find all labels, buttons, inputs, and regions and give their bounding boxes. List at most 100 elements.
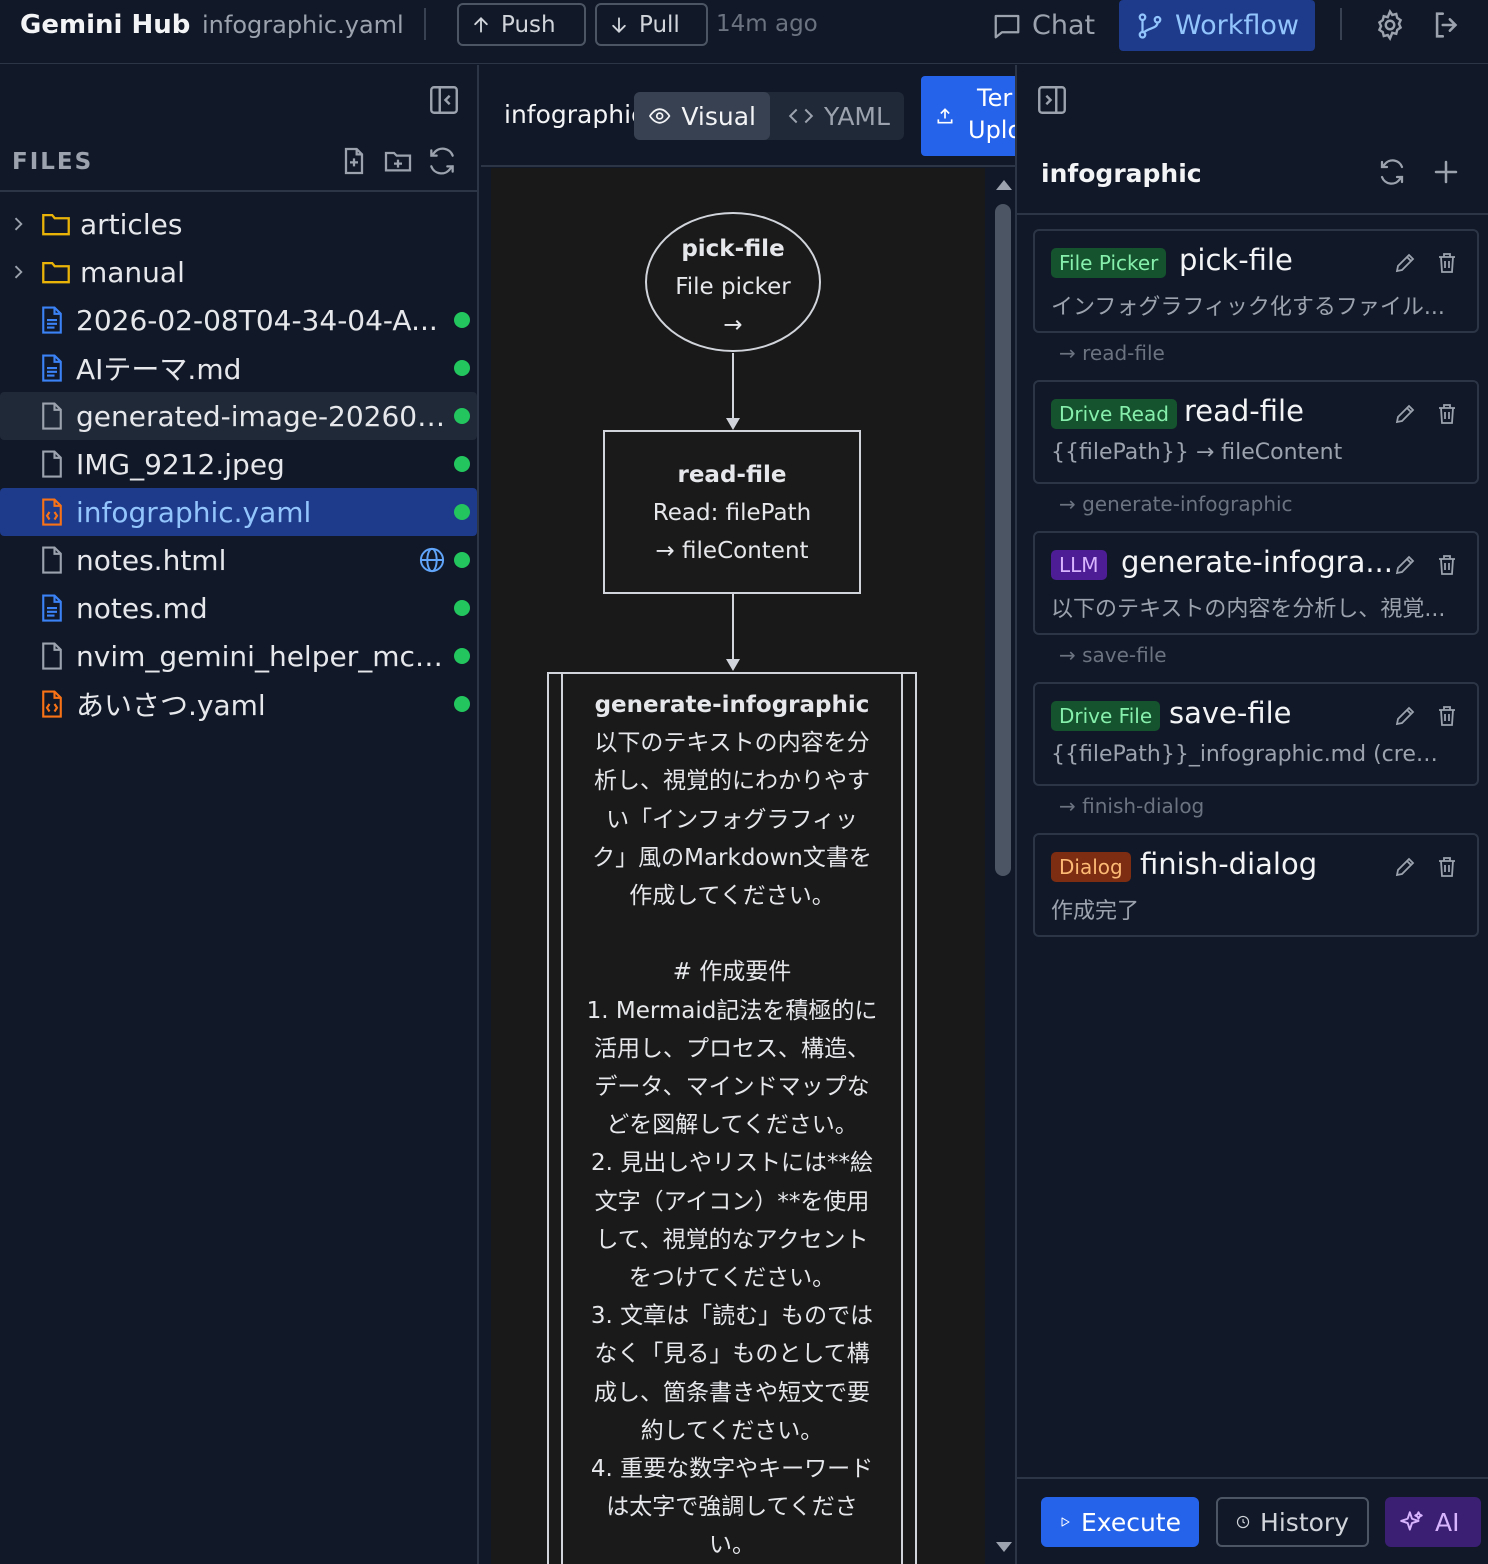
workflow-node-card[interactable]: Dialog finish-dialog 作成完了 <box>1033 833 1479 937</box>
workflow-panel: infographic File Picker pick-file インフォグラ… <box>1015 65 1488 1564</box>
scroll-down-arrow-icon[interactable] <box>996 1542 1012 1552</box>
node-line: 3. 文章は「読む」ものでは <box>590 1303 874 1330</box>
file-item[interactable]: 2026-02-08T04-34-04-A... <box>0 296 477 344</box>
new-file-icon[interactable] <box>338 145 370 177</box>
file-item[interactable]: notes.md <box>0 584 477 632</box>
gear-icon[interactable] <box>1373 8 1407 42</box>
node-name: finish-dialog <box>1140 847 1318 881</box>
node-line: 4. 重要な数字やキーワード <box>590 1456 874 1483</box>
node-type-badge: Drive File <box>1051 701 1161 731</box>
node-title: pick-file <box>681 236 785 262</box>
logout-icon[interactable] <box>1430 8 1464 42</box>
tab-yaml-label: YAML <box>824 101 890 131</box>
doc-text-icon <box>42 354 62 382</box>
workflow-node-card[interactable]: Drive File save-file {{filePath}}_infogr… <box>1033 682 1479 786</box>
file-item[interactable]: generated-image-202602... <box>0 392 477 440</box>
file-item-selected[interactable]: infographic.yaml <box>0 488 477 536</box>
file-item[interactable]: あいさつ.yaml <box>0 680 477 728</box>
workflow-node-card[interactable]: File Picker pick-file インフォグラフィック化するファイル.… <box>1033 229 1479 333</box>
workflow-node-card[interactable]: Drive Read read-file {{filePath}} → file… <box>1033 380 1479 484</box>
refresh-icon[interactable] <box>426 145 458 177</box>
node-line: い。 <box>709 1532 755 1559</box>
folder-manual[interactable]: manual <box>0 248 477 296</box>
sync-status-dot <box>454 360 470 376</box>
history-button[interactable]: History <box>1216 1497 1369 1547</box>
diagram-edge <box>732 594 734 660</box>
next-node-link: → read-file <box>1059 341 1165 365</box>
arrowhead-icon <box>726 659 740 671</box>
node-title: read-file <box>677 462 787 488</box>
pull-button[interactable]: Pull <box>595 3 708 46</box>
top-bar: Gemini Hub infographic.yaml Push Pull 14… <box>0 0 1488 64</box>
trash-icon[interactable] <box>1435 855 1459 879</box>
trash-icon[interactable] <box>1435 251 1459 275</box>
pencil-icon[interactable] <box>1393 553 1417 577</box>
pull-label: Pull <box>639 11 680 38</box>
new-folder-icon[interactable] <box>382 145 414 177</box>
vertical-scrollbar[interactable] <box>987 168 1012 1564</box>
sync-status-dot <box>454 648 470 664</box>
diagram-node-read-file[interactable]: read-file Read: filePath → fileContent <box>603 430 861 594</box>
tab-visual[interactable]: Visual <box>634 92 770 140</box>
file-label: generated-image-202602... <box>76 399 446 433</box>
chevron-right-icon[interactable] <box>8 262 28 282</box>
pencil-icon[interactable] <box>1393 855 1417 879</box>
scroll-up-arrow-icon[interactable] <box>996 180 1012 190</box>
workflow-node-card[interactable]: LLM generate-infogra... 以下のテキストの内容を分析し、視… <box>1033 531 1479 635</box>
node-line: 成し、箇条書きや短文で要 <box>594 1379 870 1406</box>
sync-status-dot <box>454 456 470 472</box>
node-line: どを図解してください。 <box>606 1112 858 1139</box>
file-item[interactable]: IMG_9212.jpeg <box>0 440 477 488</box>
doc-text-icon <box>42 594 62 622</box>
files-heading: FILES <box>12 149 94 175</box>
tab-yaml[interactable]: YAML <box>774 92 904 140</box>
chevron-right-icon[interactable] <box>8 214 28 234</box>
pencil-icon[interactable] <box>1393 402 1417 426</box>
trash-icon[interactable] <box>1435 553 1459 577</box>
trash-icon[interactable] <box>1435 402 1459 426</box>
diagram-edge <box>732 353 734 419</box>
folder-articles[interactable]: articles <box>0 200 477 248</box>
push-button[interactable]: Push <box>457 3 586 46</box>
node-line: 作成してください。 <box>629 883 835 910</box>
ai-button[interactable]: AI <box>1385 1497 1481 1547</box>
nav-chat[interactable]: Chat <box>976 0 1111 51</box>
file-icon <box>42 546 62 574</box>
push-label: Push <box>501 11 556 38</box>
node-line: 以下のテキストの内容を分 <box>594 730 870 757</box>
file-item[interactable]: notes.html <box>0 536 477 584</box>
execute-button[interactable]: Execute <box>1041 1497 1199 1547</box>
workflow-icon <box>1138 12 1162 39</box>
nav-workflow-label: Workflow <box>1175 10 1299 41</box>
node-detail: Read: filePath <box>652 500 812 526</box>
pencil-icon[interactable] <box>1393 251 1417 275</box>
diagram-node-generate-infographic[interactable]: generate-infographic 以下のテキストの内容を分 析し、視覚的… <box>547 672 917 1564</box>
plus-icon[interactable] <box>1431 157 1461 187</box>
upload-label-line1: Ter <box>977 84 1013 112</box>
last-sync-time: 14m ago <box>716 11 818 37</box>
scrollbar-thumb[interactable] <box>995 204 1011 876</box>
diagram-node-pick-file[interactable]: pick-file File picker → <box>645 212 821 352</box>
file-item[interactable]: nvim_gemini_helper_mcp_... <box>0 632 477 680</box>
trash-icon[interactable] <box>1435 704 1459 728</box>
pencil-icon[interactable] <box>1393 704 1417 728</box>
globe-icon[interactable] <box>418 546 446 574</box>
node-line: なく「見る」ものとして構 <box>594 1341 870 1368</box>
file-label: 2026-02-08T04-34-04-A... <box>76 303 438 337</box>
file-icon <box>42 450 62 478</box>
current-file-title: infographic.yaml <box>202 11 404 39</box>
workflow-diagram: pick-file File picker → read-file Read: … <box>491 168 985 1564</box>
play-icon <box>1061 1517 1070 1527</box>
node-line <box>563 915 901 953</box>
collapse-sidebar-icon[interactable] <box>427 83 461 117</box>
file-label: infographic.yaml <box>76 495 312 529</box>
template-upload-button[interactable]: Ter Uplo <box>921 76 1015 156</box>
collapse-panel-icon[interactable] <box>1035 83 1069 117</box>
nav-workflow[interactable]: Workflow <box>1119 0 1315 51</box>
file-item[interactable]: AIテーマ.md <box>0 344 477 392</box>
file-label: manual <box>80 255 185 289</box>
refresh-icon[interactable] <box>1377 157 1407 187</box>
next-node-link: → generate-infographic <box>1059 492 1293 516</box>
execute-label: Execute <box>1081 1507 1181 1537</box>
ai-label: AI <box>1435 1507 1460 1537</box>
